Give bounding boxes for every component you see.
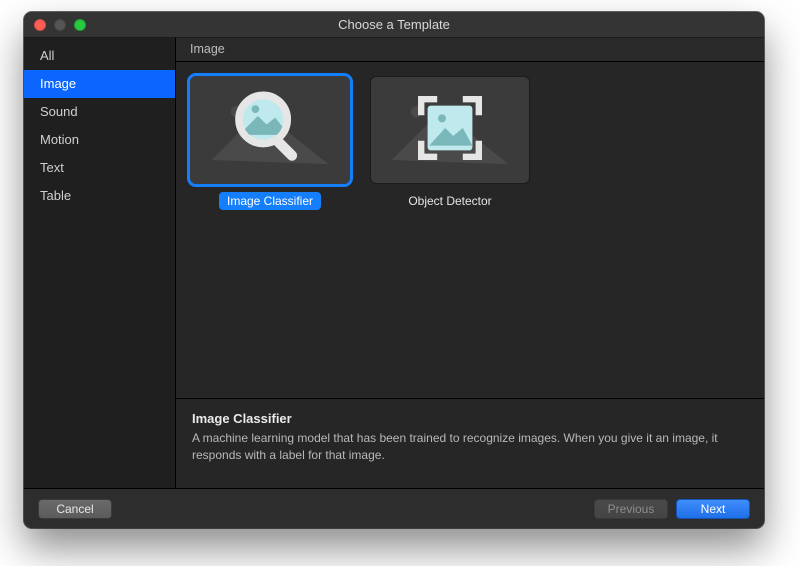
crop-frame-icon bbox=[410, 88, 490, 173]
category-sidebar: All Image Sound Motion Text Table bbox=[24, 38, 176, 488]
template-object-detector[interactable]: Object Detector bbox=[370, 76, 530, 210]
sidebar-item-sound[interactable]: Sound bbox=[24, 98, 175, 126]
template-label: Image Classifier bbox=[219, 192, 321, 210]
cancel-button[interactable]: Cancel bbox=[38, 499, 112, 519]
section-header: Image bbox=[176, 38, 764, 62]
zoom-window-button[interactable] bbox=[74, 19, 86, 31]
window-controls bbox=[34, 19, 86, 31]
titlebar: Choose a Template bbox=[24, 12, 764, 38]
sidebar-item-all[interactable]: All bbox=[24, 42, 175, 70]
template-image-classifier[interactable]: Image Classifier bbox=[190, 76, 350, 210]
template-grid: Image Classifier bbox=[176, 62, 764, 398]
minimize-window-button bbox=[54, 19, 66, 31]
sidebar-item-table[interactable]: Table bbox=[24, 182, 175, 210]
sidebar-item-text[interactable]: Text bbox=[24, 154, 175, 182]
previous-button: Previous bbox=[594, 499, 668, 519]
description-title: Image Classifier bbox=[192, 411, 748, 426]
template-label: Object Detector bbox=[400, 192, 499, 210]
description-panel: Image Classifier A machine learning mode… bbox=[176, 398, 764, 488]
sidebar-item-motion[interactable]: Motion bbox=[24, 126, 175, 154]
main-panel: Image bbox=[176, 38, 764, 488]
template-chooser-window: Choose a Template All Image Sound Motion… bbox=[24, 12, 764, 528]
template-thumbnail bbox=[190, 76, 350, 184]
footer-bar: Cancel Previous Next bbox=[24, 488, 764, 528]
next-button[interactable]: Next bbox=[676, 499, 750, 519]
window-body: All Image Sound Motion Text Table Image bbox=[24, 38, 764, 488]
close-window-button[interactable] bbox=[34, 19, 46, 31]
template-thumbnail bbox=[370, 76, 530, 184]
description-text: A machine learning model that has been t… bbox=[192, 430, 748, 465]
sidebar-item-image[interactable]: Image bbox=[24, 70, 175, 98]
magnifier-icon bbox=[227, 85, 313, 176]
window-title: Choose a Template bbox=[24, 17, 764, 32]
